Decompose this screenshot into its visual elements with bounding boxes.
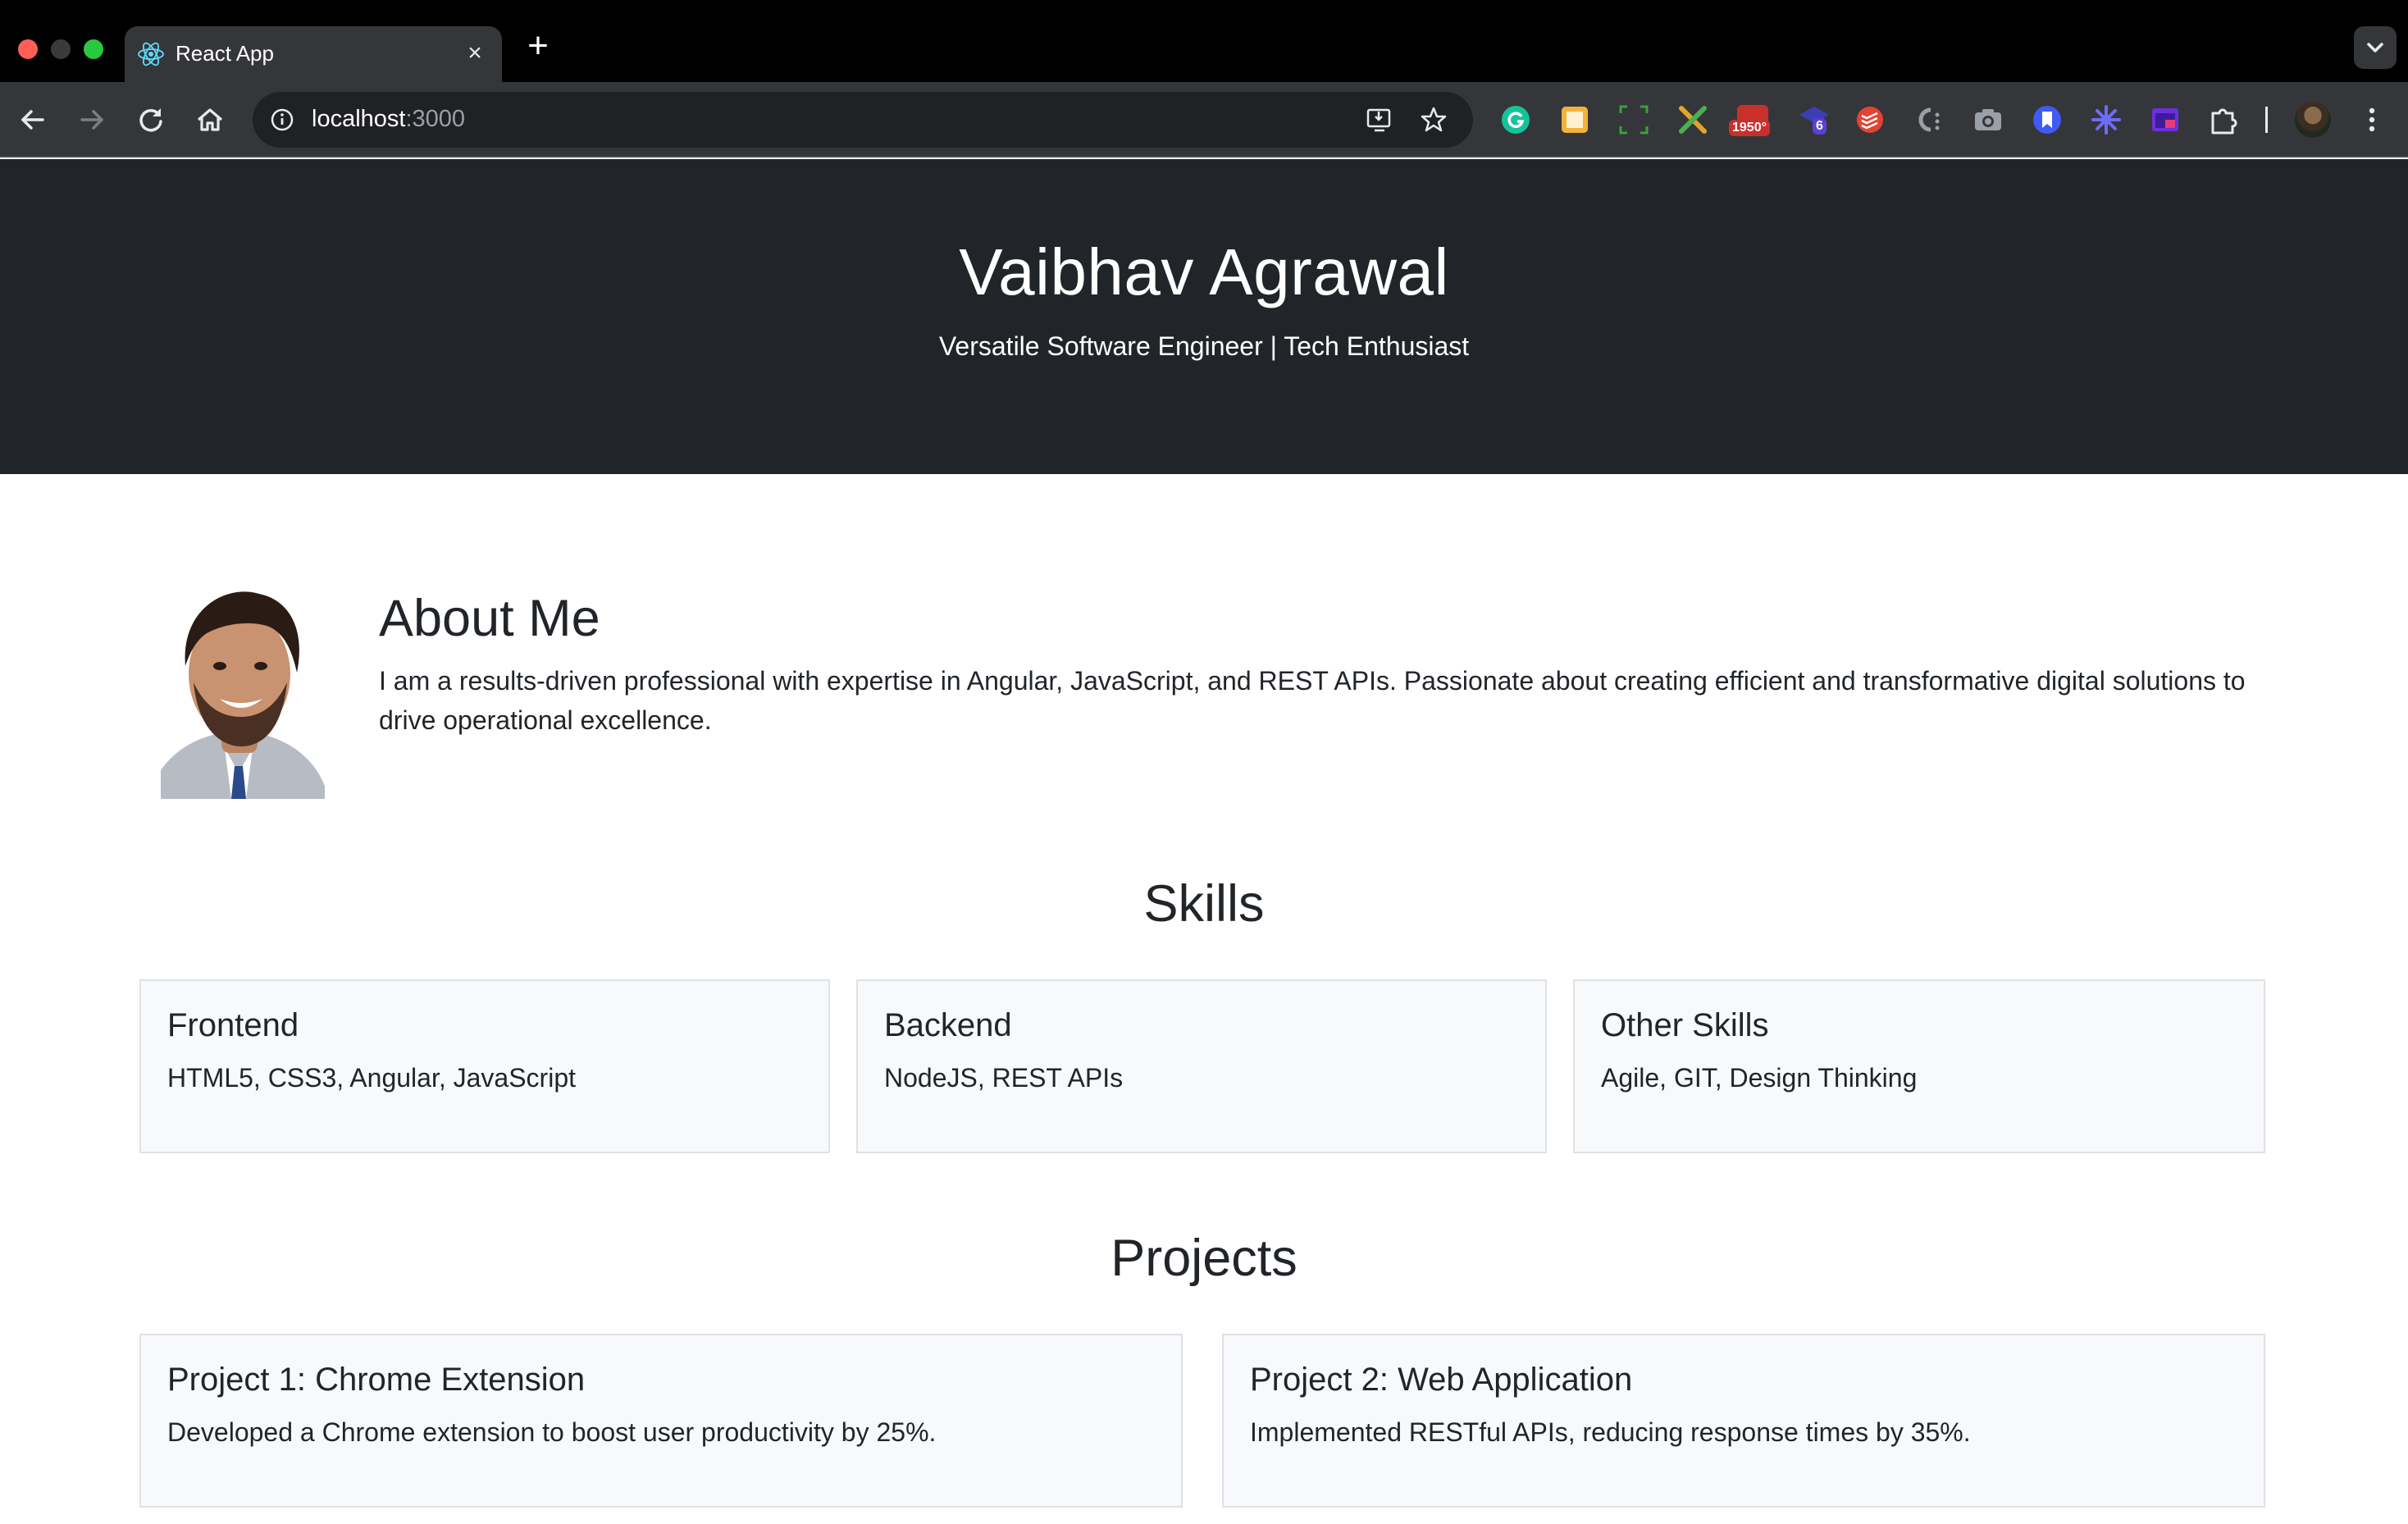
skill-card-title: Frontend — [167, 1007, 299, 1043]
sparkle-extension-icon[interactable] — [2088, 102, 2124, 138]
reload-icon[interactable] — [131, 100, 171, 139]
hero-name: Vaibhav Agrawal — [959, 235, 1449, 308]
chevron-down-icon — [2367, 43, 2383, 52]
tab-search-button[interactable] — [2354, 26, 2397, 69]
extensions-puzzle-icon[interactable] — [2206, 102, 2242, 138]
skill-card-other: Other Skills Agile, GIT, Design Thinking — [1573, 979, 2265, 1153]
minimize-window-button[interactable] — [51, 39, 71, 59]
weather-badge: 1950° — [1729, 120, 1770, 136]
profile-photo — [161, 591, 325, 799]
maximize-window-button[interactable] — [84, 39, 103, 59]
hero-tagline: Versatile Software Engineer | Tech Enthu… — [938, 331, 1470, 361]
skill-card-text: NodeJS, REST APIs — [884, 1063, 1124, 1093]
skill-card-title: Other Skills — [1601, 1007, 1769, 1043]
browser-tab-react-app[interactable]: React App × — [125, 26, 502, 82]
toolbar-divider — [2265, 107, 2268, 133]
home-icon[interactable] — [190, 100, 230, 139]
profile-avatar[interactable] — [2295, 102, 2331, 138]
project-card-text: Implemented RESTful APIs, reducing respo… — [1250, 1417, 1971, 1447]
browser-toolbar: localhost:3000 1950° 6 — [0, 82, 2408, 157]
grammarly-icon[interactable] — [1498, 102, 1534, 138]
new-tab-button[interactable]: + — [522, 28, 554, 64]
react-logo-icon — [138, 42, 164, 66]
skills-title: Skills — [1143, 875, 1265, 933]
weather-extension-icon[interactable]: 1950° — [1729, 102, 1776, 138]
project-card-1: Project 1: Chrome Extension Developed a … — [139, 1334, 1183, 1508]
skill-card-frontend: Frontend HTML5, CSS3, Angular, JavaScrip… — [139, 979, 830, 1153]
bookmark-star-icon[interactable] — [1419, 105, 1448, 135]
site-info-icon[interactable] — [269, 107, 295, 133]
skill-card-text: Agile, GIT, Design Thinking — [1601, 1063, 1918, 1093]
hero-header: Vaibhav Agrawal Versatile Software Engin… — [0, 159, 2408, 474]
todoist-icon[interactable] — [1852, 102, 1888, 138]
browser-tab-strip: React App × + — [0, 0, 2408, 82]
tools-extension-icon[interactable] — [1675, 102, 1711, 138]
code-extension-icon[interactable] — [1911, 102, 1947, 138]
about-text: I am a results-driven professional with … — [379, 666, 2246, 735]
project-card-title: Project 2: Web Application — [1250, 1362, 1633, 1398]
projects-title: Projects — [1111, 1230, 1297, 1287]
close-window-button[interactable] — [18, 39, 38, 59]
camera-extension-icon[interactable] — [1970, 102, 2006, 138]
project-card-2: Project 2: Web Application Implemented R… — [1222, 1334, 2265, 1508]
project-card-title: Project 1: Chrome Extension — [167, 1362, 586, 1398]
about-title: About Me — [379, 590, 600, 647]
url-text: localhost:3000 — [312, 106, 466, 132]
window-extension-icon[interactable] — [2147, 102, 2183, 138]
skill-card-text: HTML5, CSS3, Angular, JavaScript — [167, 1063, 576, 1093]
tasks-badge: 6 — [1813, 118, 1827, 135]
bookmark-extension-icon[interactable] — [2029, 102, 2065, 138]
address-bar[interactable]: localhost:3000 — [253, 92, 1473, 148]
back-arrow-icon[interactable] — [13, 100, 52, 139]
forward-arrow-icon[interactable] — [72, 100, 112, 139]
notes-extension-icon[interactable] — [1557, 102, 1593, 138]
close-tab-icon[interactable]: × — [461, 39, 489, 67]
skill-card-backend: Backend NodeJS, REST APIs — [856, 979, 1547, 1153]
install-app-icon[interactable] — [1365, 105, 1394, 135]
tasks-extension-icon[interactable]: 6 — [1796, 102, 1832, 138]
tab-title: React App — [176, 41, 274, 66]
skill-card-title: Backend — [884, 1007, 1012, 1043]
screenshot-region-icon[interactable] — [1616, 102, 1652, 138]
project-card-text: Developed a Chrome extension to boost us… — [167, 1417, 937, 1447]
more-options-icon[interactable] — [2354, 102, 2390, 138]
